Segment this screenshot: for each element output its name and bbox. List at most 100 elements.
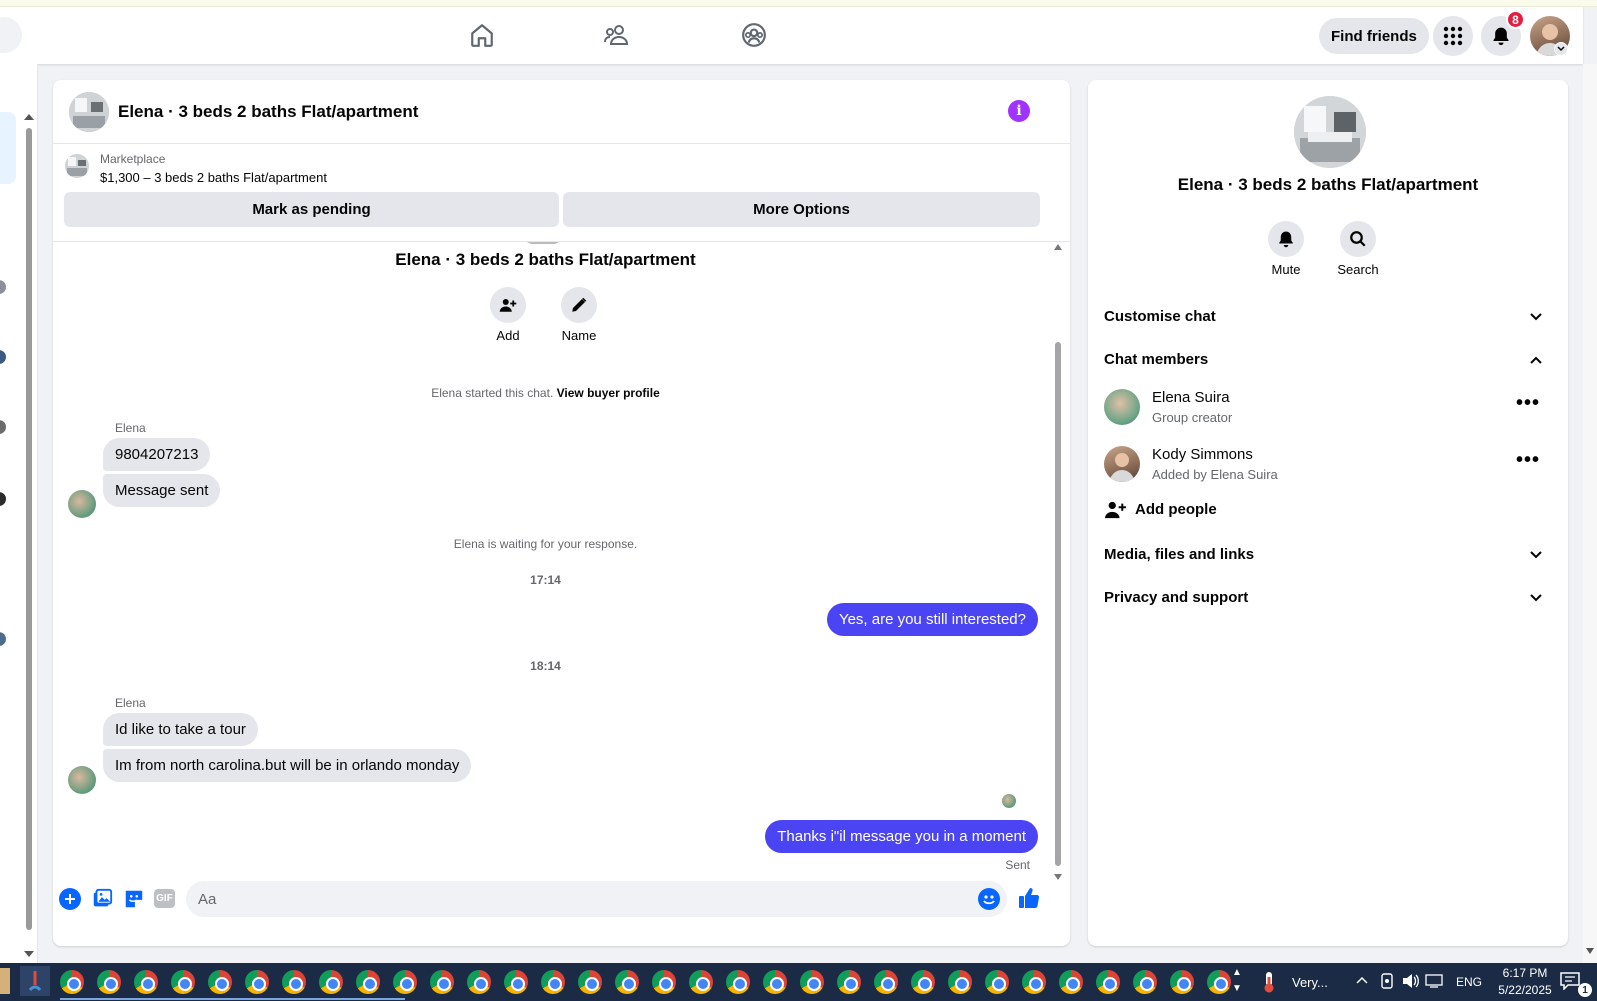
listing-price-title[interactable]: $1,300 – 3 beds 2 baths Flat/apartment [100,170,327,185]
chrome-window-icon[interactable] [245,970,269,994]
chat-scroll-down-arrow-icon[interactable] [1054,874,1062,880]
marketplace-listing-thumb[interactable] [65,154,89,178]
gif-icon[interactable]: GIF [154,889,175,908]
meet-now-icon[interactable] [1380,973,1394,989]
chrome-window-icon[interactable] [911,970,935,994]
action-center-notification-icon[interactable] [1560,972,1580,990]
chrome-window-icon[interactable] [800,970,824,994]
conversation-avatar-edge[interactable] [0,632,6,646]
chrome-window-icon[interactable] [1207,970,1231,994]
message-input[interactable]: Aa [186,881,1007,917]
taskbar-overflow-arrows-icon[interactable]: ▲ ▼ [1232,965,1242,997]
show-hidden-icons-chevron-icon[interactable] [1356,976,1368,984]
add-people-button[interactable]: Add people [1135,501,1217,518]
chrome-window-icon[interactable] [689,970,713,994]
incoming-message-bubble[interactable]: Im from north carolina.but will be in or… [103,749,472,782]
friends-icon[interactable] [598,15,638,55]
attach-photo-icon[interactable] [91,888,113,910]
left-scroll-up-arrow-icon[interactable] [24,114,34,120]
member-options-more-icon[interactable]: ••• [1516,449,1540,472]
chrome-window-icon[interactable] [97,970,121,994]
member-options-more-icon[interactable]: ••• [1516,392,1540,415]
left-scrollbar-thumb[interactable] [26,128,32,930]
chrome-window-icon[interactable] [1096,970,1120,994]
page-scroll-down-arrow-icon[interactable] [1586,948,1594,954]
chrome-window-icon[interactable] [319,970,343,994]
member-avatar[interactable] [1104,389,1140,425]
chrome-window-icon[interactable] [504,970,528,994]
more-options-button[interactable]: More Options [563,192,1040,227]
chrome-window-icon[interactable] [948,970,972,994]
chevron-down-icon[interactable] [1530,594,1542,602]
add-person-icon[interactable] [490,287,526,323]
chrome-window-icon[interactable] [467,970,491,994]
chrome-window-icon[interactable] [134,970,158,994]
page-scrollbar-track[interactable] [1583,64,1597,963]
conversation-avatar-edge[interactable] [0,350,6,364]
thumbs-up-like-icon[interactable] [1017,886,1041,910]
conversation-avatar-edge[interactable] [0,492,6,506]
chrome-window-icon[interactable] [1022,970,1046,994]
chrome-window-icon[interactable] [1133,970,1157,994]
outgoing-message-bubble[interactable]: Thanks i"il message you in a moment [765,820,1038,853]
mute-bell-icon[interactable] [1268,221,1304,257]
chrome-window-icon[interactable] [874,970,898,994]
conversation-avatar-edge[interactable] [0,280,6,294]
chevron-down-icon[interactable] [1530,551,1542,559]
home-icon[interactable] [462,15,502,55]
chrome-window-icon[interactable] [1170,970,1194,994]
chrome-window-icon[interactable] [578,970,602,994]
chrome-window-icon[interactable] [430,970,454,994]
chrome-window-icon[interactable] [393,970,417,994]
media-files-links-section[interactable]: Media, files and links [1104,546,1254,563]
incoming-message-bubble[interactable]: Message sent [103,474,221,507]
mark-as-pending-button[interactable]: Mark as pending [64,192,559,227]
chrome-window-icon[interactable] [837,970,861,994]
member-name[interactable]: Kody Simmons [1152,446,1253,463]
menu-grid-icon[interactable] [1433,16,1473,56]
info-icon[interactable]: i [1008,100,1030,122]
groups-icon[interactable] [734,15,774,55]
chat-title[interactable]: Elena · 3 beds 2 baths Flat/apartment [118,102,418,122]
chevron-up-icon[interactable] [1530,356,1542,364]
conversation-avatar-edge[interactable] [0,420,6,434]
privacy-support-section[interactable]: Privacy and support [1104,589,1248,606]
chrome-window-icon[interactable] [282,970,306,994]
plus-more-actions-icon[interactable] [59,888,81,910]
message-list[interactable]: Elena · 3 beds 2 baths Flat/apartment Ad… [53,241,1070,889]
member-name[interactable]: Elena Suira [1152,389,1230,406]
chrome-window-icon[interactable] [1059,970,1083,994]
chat-scrollbar-thumb[interactable] [1055,342,1061,866]
selected-conversation-edge[interactable] [0,112,16,184]
clock-time[interactable]: 6:17 PM [1490,966,1560,980]
incoming-message-bubble[interactable]: 9804207213 [103,438,211,471]
emoji-icon[interactable] [978,888,1000,910]
member-avatar[interactable] [1104,446,1140,482]
edit-name-pencil-icon[interactable] [561,287,597,323]
chrome-window-icon[interactable] [171,970,195,994]
taskbar-pinned-app-icon[interactable] [20,966,50,996]
network-icon[interactable] [1425,974,1443,988]
left-scroll-down-arrow-icon[interactable] [24,951,34,957]
chat-members-section[interactable]: Chat members [1104,351,1208,368]
incoming-message-bubble[interactable]: Id like to take a tour [103,713,258,746]
chrome-window-icon[interactable] [356,970,380,994]
chrome-window-icon[interactable] [726,970,750,994]
taskbar-app-edge[interactable] [0,968,10,994]
search-icon[interactable] [1340,221,1376,257]
account-chevron-down-icon[interactable] [1554,42,1568,56]
outgoing-message-bubble[interactable]: Yes, are you still interested? [826,603,1038,636]
chrome-window-icon[interactable] [615,970,639,994]
weather-thermometer-icon[interactable] [1262,971,1276,993]
chrome-window-icon[interactable] [985,970,1009,994]
customise-chat-section[interactable]: Customise chat [1104,308,1216,325]
view-buyer-profile-link[interactable]: View buyer profile [557,386,660,400]
sender-avatar[interactable] [68,766,96,794]
chrome-window-icon[interactable] [60,970,84,994]
search-box-stub[interactable] [0,17,22,53]
weather-text[interactable]: Very... [1292,975,1328,990]
sender-avatar[interactable] [68,490,96,518]
chrome-window-icon[interactable] [208,970,232,994]
chrome-window-icon[interactable] [541,970,565,994]
find-friends-button[interactable]: Find friends [1319,18,1429,54]
